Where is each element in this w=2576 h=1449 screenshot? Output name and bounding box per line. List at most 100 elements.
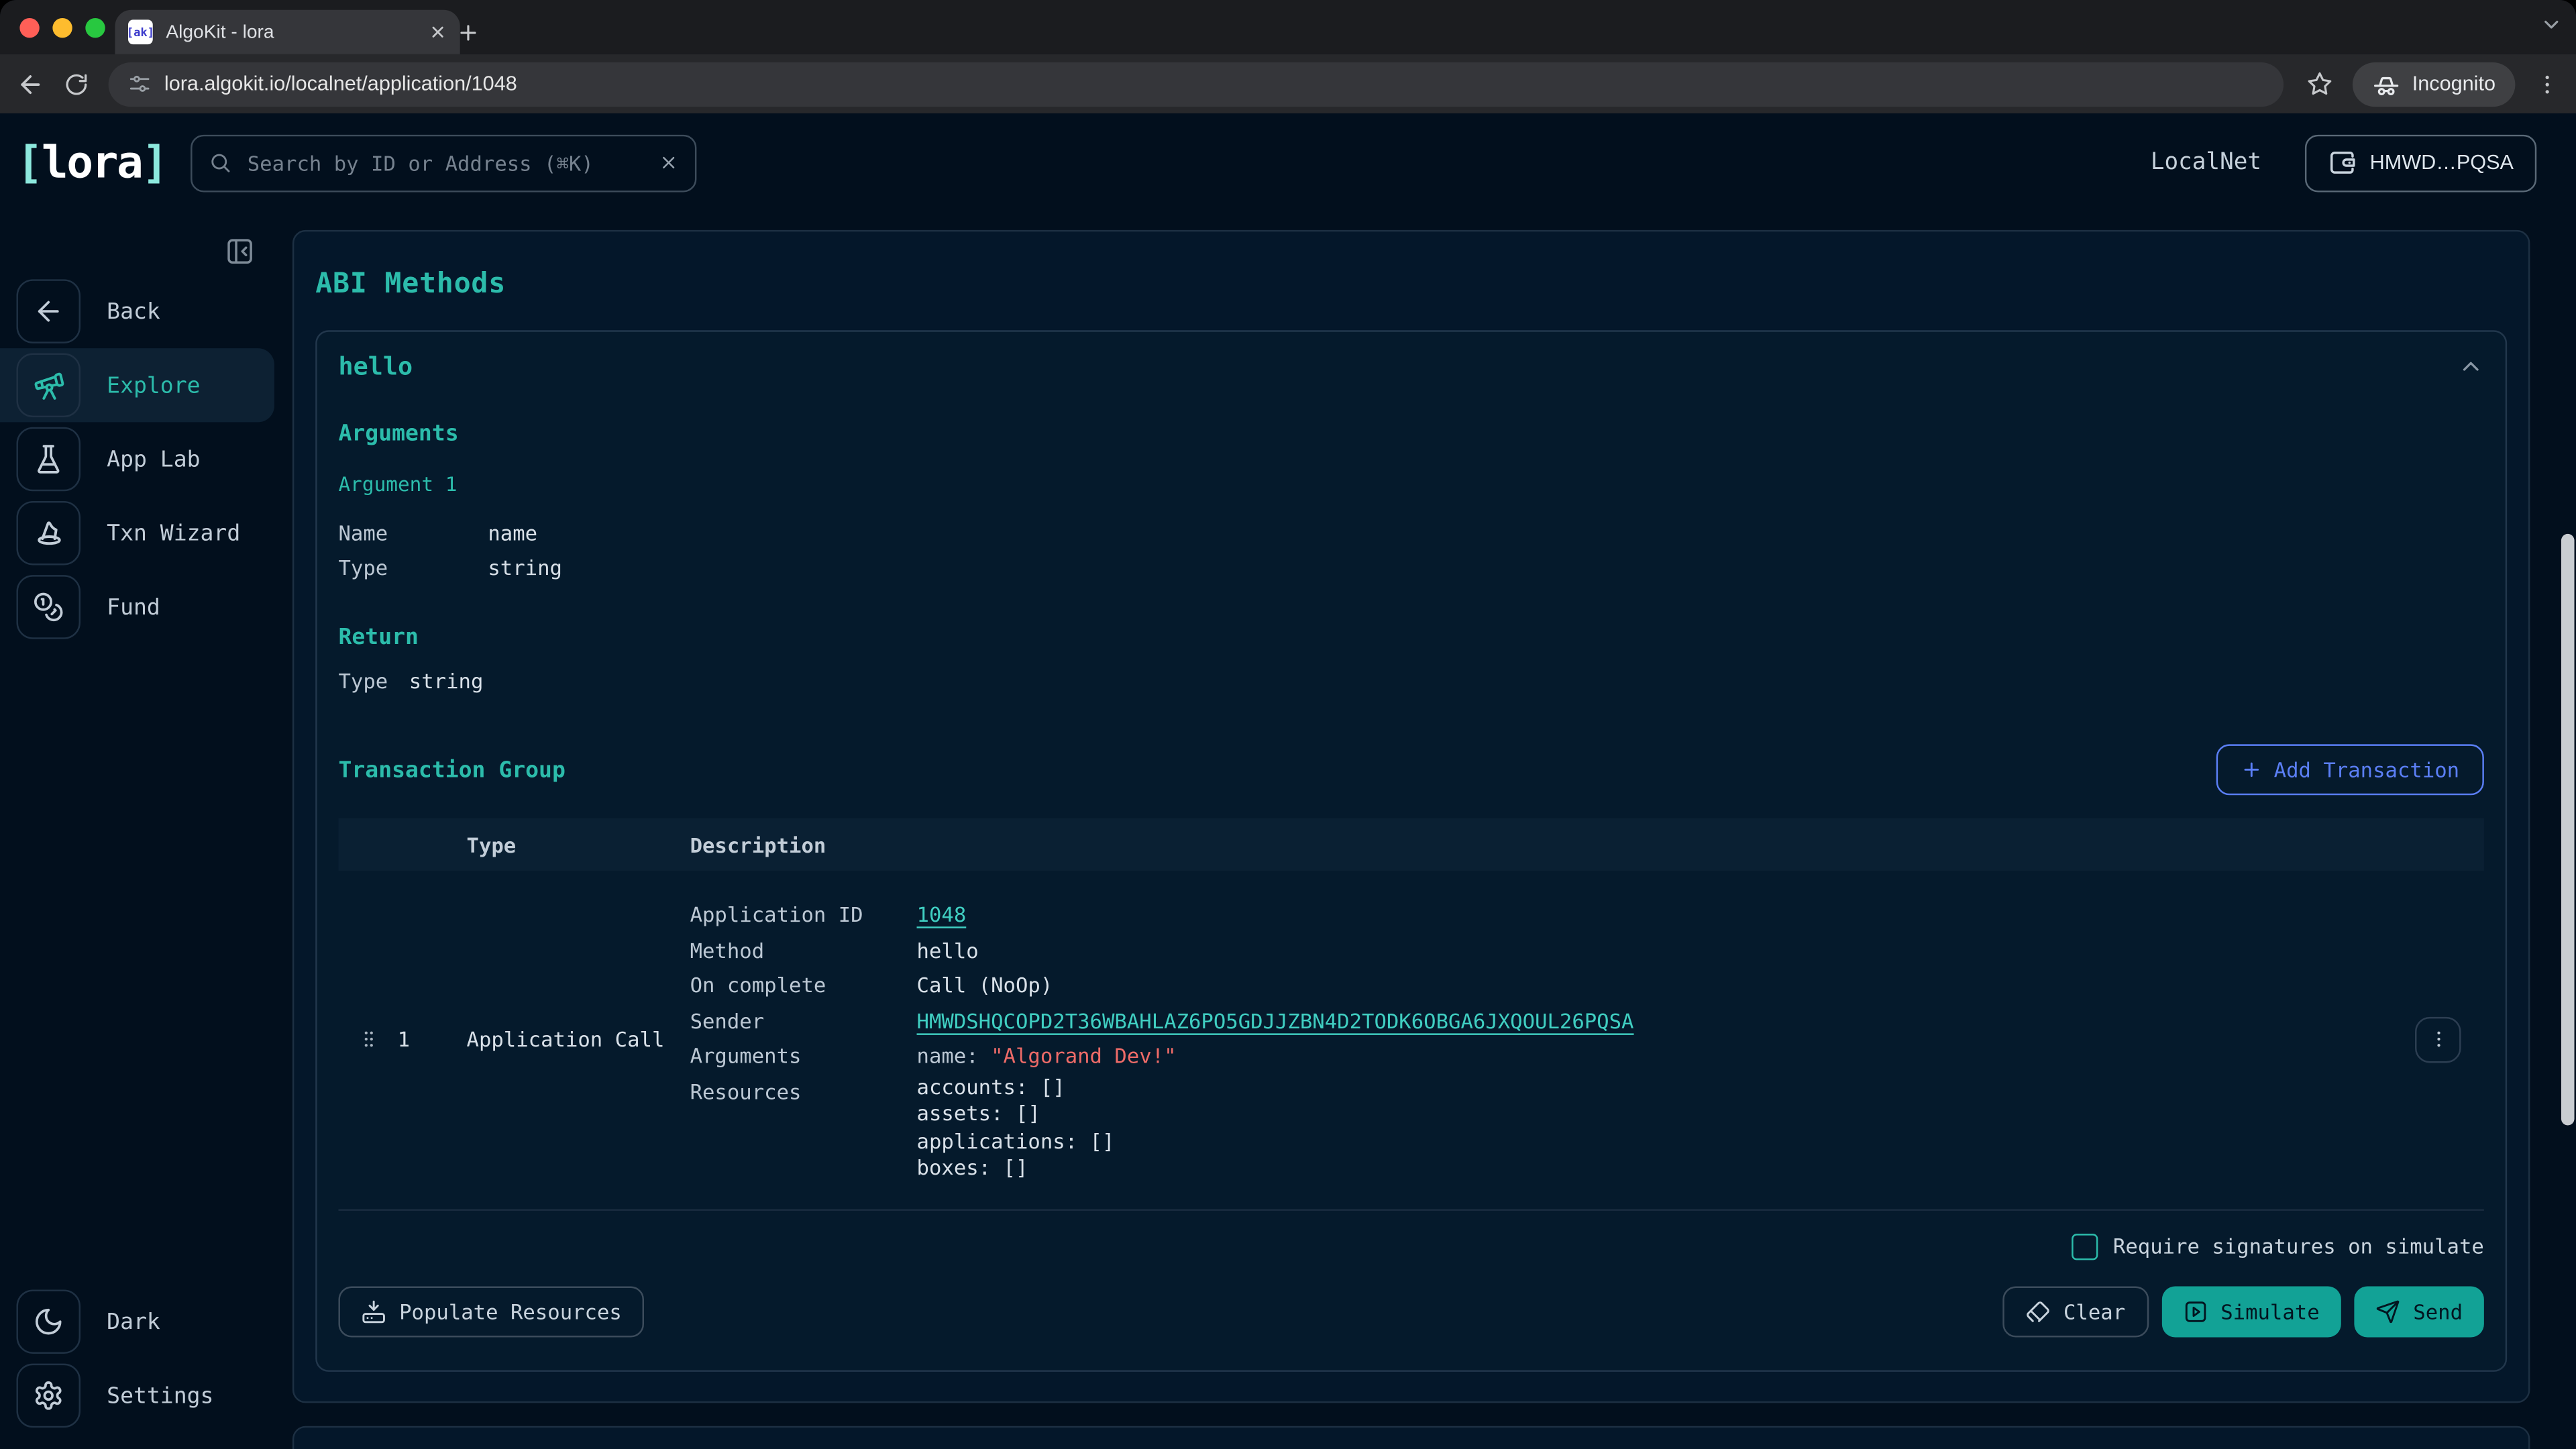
return-title: Return [338,625,2483,651]
transaction-table-header: Type Description [338,818,2483,871]
plus-icon [2241,759,2263,780]
row-menu-button[interactable] [2415,1016,2461,1063]
incognito-badge: Incognito [2353,62,2516,106]
coins-icon [16,575,80,639]
require-signatures-row: Require signatures on simulate [338,1233,2483,1259]
send-icon [2375,1299,2400,1324]
resources-accounts: accounts: [] [917,1073,1115,1100]
sidebar-collapse-icon[interactable] [225,237,255,266]
logo-bracket-left: [ [16,137,41,188]
on-complete-label: On complete [690,967,917,1003]
browser-tab[interactable]: [ak] AlgoKit - lora [115,10,460,54]
browser-titlebar: [ak] AlgoKit - lora [0,0,2576,54]
send-button[interactable]: Send [2354,1285,2484,1336]
resources-assets: assets: [] [917,1101,1115,1128]
sender-label: Sender [690,1003,917,1038]
maximize-window-button[interactable] [85,17,105,37]
app-header: [lora] LocalNet HMWD…PQSA [0,113,2576,212]
minimize-window-button[interactable] [52,17,72,37]
method-value: hello [917,932,979,968]
play-icon [2183,1299,2208,1324]
drag-handle-icon[interactable] [358,1029,379,1051]
wallet-button[interactable]: HMWD…PQSA [2304,134,2537,192]
sidebar-nav: Back Explore App Lab [0,274,268,644]
resources-values: accounts: [] assets: [] applications: []… [917,1073,1115,1182]
application-id-link[interactable]: 1048 [917,897,967,932]
tab-favicon: [ak] [128,19,153,44]
window-controls [0,17,105,37]
search-clear-icon[interactable] [658,153,678,172]
browser-window: [ak] AlgoKit - lora lora.algokit.io/loca… [0,0,2576,1449]
arguments-title: Arguments [338,421,2483,447]
new-tab-button[interactable] [457,21,480,44]
require-signatures-label: Require signatures on simulate [2113,1234,2484,1258]
logo-bracket-right: ] [142,137,166,188]
action-buttons-row: Populate Resources Clear [338,1285,2483,1336]
sender-address-link[interactable]: HMWDSHQCOPD2T36WBAHLAZ6PO5GDJJZBN4D2TODK… [917,1003,1634,1038]
url-text: lora.algokit.io/localnet/application/104… [164,72,517,95]
add-transaction-button[interactable]: Add Transaction [2216,744,2484,795]
sidebar-item-explore[interactable]: Explore [0,348,274,422]
reload-button[interactable] [64,72,89,97]
back-button[interactable] [16,70,44,98]
table-row: 1 Application Call Application ID1048 Me… [338,871,2483,1210]
argument-1-details: Namename Typestring [338,516,2483,585]
telescope-icon [16,354,80,418]
moon-icon [16,1289,80,1354]
sidebar-item-txn-wizard[interactable]: Txn Wizard [0,496,268,570]
simulate-button[interactable]: Simulate [2161,1285,2341,1336]
chevron-up-icon[interactable] [2458,354,2484,380]
back-arrow-icon [16,279,80,343]
sidebar-item-fund[interactable]: Fund [0,570,268,644]
abi-methods-card: ABI Methods hello Arguments Argument 1 N… [292,230,2530,1402]
site-settings-icon[interactable] [128,72,151,95]
require-signatures-checkbox[interactable] [2072,1233,2098,1259]
argument-name-prefix: name: [917,1043,991,1068]
wizard-hat-icon [16,501,80,566]
incognito-icon [2373,70,2401,98]
clear-button[interactable]: Clear [2002,1285,2148,1336]
main-content: ABI Methods hello Arguments Argument 1 N… [268,212,2576,1449]
url-bar[interactable]: lora.algokit.io/localnet/application/104… [109,62,2284,106]
browser-toolbar: lora.algokit.io/localnet/application/104… [0,54,2576,113]
tab-close-icon[interactable] [429,23,447,41]
kebab-icon [2427,1029,2449,1051]
page-scrollbar-thumb[interactable] [2561,534,2575,1126]
arg-type-label: Type [338,550,488,584]
search-icon [208,151,231,174]
arg-name-value: name [488,516,537,550]
return-details: Type string [338,663,2483,698]
close-window-button[interactable] [19,17,39,37]
sidebar-item-app-lab[interactable]: App Lab [0,422,268,496]
lora-logo[interactable]: [lora] [16,137,166,188]
sidebar-footer: Dark Settings [0,1285,268,1432]
row-index: 1 [398,1027,467,1052]
arg-type-value: string [488,550,562,584]
wallet-address-label: HMWD…PQSA [2370,151,2514,174]
argument-1-label: Argument 1 [338,473,2483,496]
row-description: Application ID1048 Methodhello On comple… [690,897,2392,1182]
application-id-label: Application ID [690,897,917,932]
gear-icon [16,1364,80,1428]
tab-search-chevron-icon[interactable] [2540,13,2563,36]
sidebar-item-back[interactable]: Back [0,274,268,348]
eraser-icon [2026,1299,2051,1324]
search-box[interactable] [190,134,696,192]
sidebar-item-theme-dark[interactable]: Dark [0,1285,268,1358]
populate-resources-button[interactable]: Populate Resources [338,1285,645,1336]
page-content: [lora] LocalNet HMWD…PQSA [0,113,2576,1449]
browser-menu-icon[interactable] [2535,72,2560,97]
search-input[interactable] [244,149,645,177]
network-label[interactable]: LocalNet [2151,150,2261,176]
method-label: Method [690,932,917,968]
sidebar-item-settings[interactable]: Settings [0,1358,268,1432]
bookmark-star-icon[interactable] [2307,70,2333,97]
on-complete-value: Call (NoOp) [917,967,1053,1003]
resources-boxes: boxes: [] [917,1155,1115,1182]
arg-name-label: Name [338,516,488,550]
sidebar: Back Explore App Lab [0,212,268,1449]
resources-label: Resources [690,1073,917,1182]
incognito-label: Incognito [2412,72,2496,95]
wallet-icon [2327,148,2357,177]
flask-icon [16,427,80,492]
